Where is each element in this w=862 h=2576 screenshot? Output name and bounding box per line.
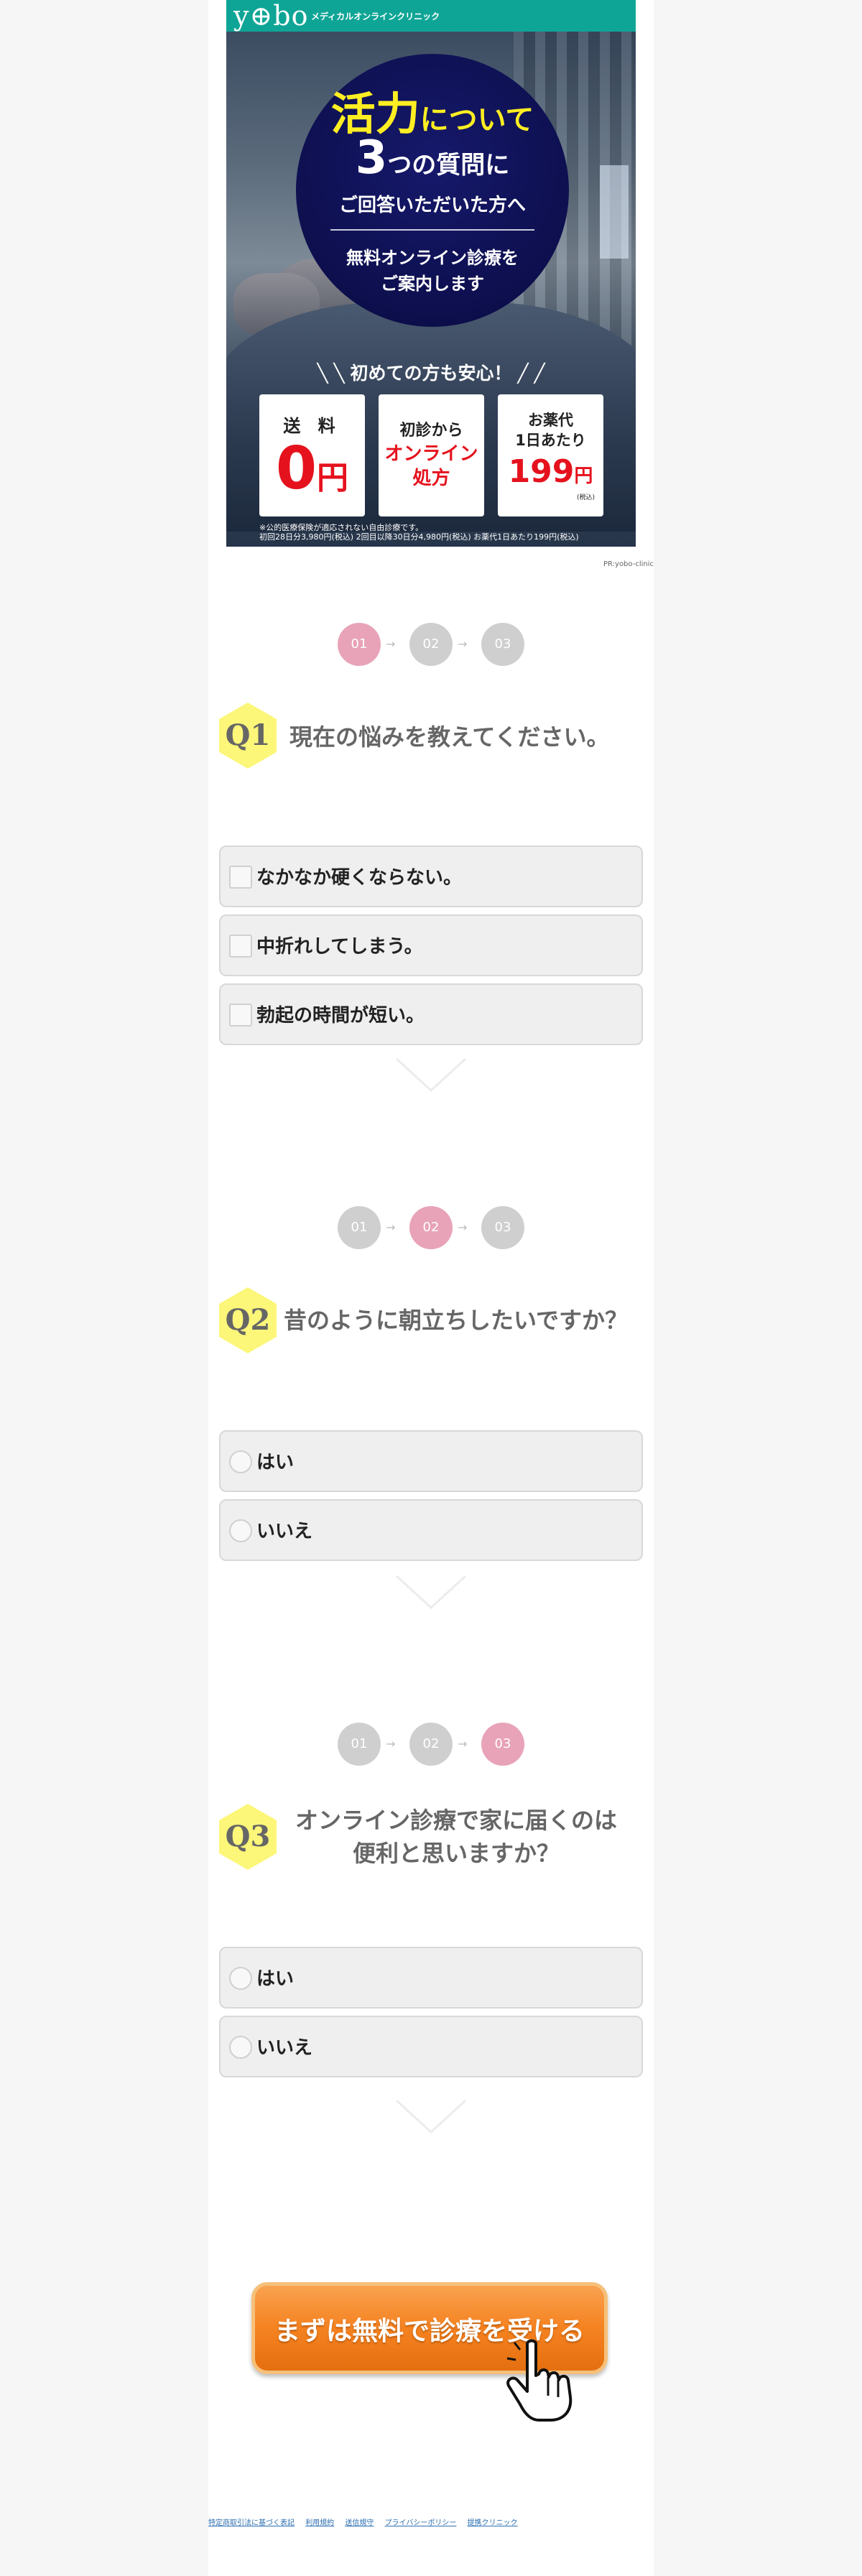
step-indicator: 01 → 02 → 03 bbox=[208, 1723, 654, 1766]
headline-text: つの質問に bbox=[387, 151, 510, 180]
feature-label: 送 料 bbox=[283, 416, 341, 436]
feature-box-shipping: 送 料 0円 bbox=[259, 394, 365, 516]
radio-icon[interactable] bbox=[229, 1450, 252, 1473]
feature-text: オンライン bbox=[384, 443, 478, 465]
reassure-label: 初めての方も安心！ bbox=[350, 363, 512, 384]
headline-line3: ご回答いただいた方へ bbox=[338, 195, 526, 216]
feature-box-price: お薬代 1日あたり 199円 (税込) bbox=[498, 394, 603, 516]
step-arrow: → bbox=[458, 1220, 468, 1234]
footer-link-clinic[interactable]: 提携クリニック bbox=[468, 2519, 518, 2527]
headline-line4: 無料オンライン診療を ご案内します bbox=[296, 245, 569, 297]
feature-text: 1日あたり bbox=[515, 432, 586, 449]
question-badge: Q3 bbox=[219, 1804, 277, 1870]
footer-link-terms[interactable]: 利用規約 bbox=[305, 2519, 334, 2527]
question-title: オンライン診療で家に届くのは 便利と思いますか？ bbox=[284, 1804, 629, 1870]
option-label: 勃起の時間が短い。 bbox=[256, 1005, 425, 1027]
headline-number: 3 bbox=[355, 131, 388, 185]
option-radio[interactable]: はい bbox=[219, 1430, 643, 1492]
option-label: いいえ bbox=[256, 1521, 313, 1542]
step-dot: 01 bbox=[338, 1206, 381, 1249]
option-radio[interactable]: いいえ bbox=[219, 1499, 643, 1561]
question-number: Q1 bbox=[225, 718, 271, 752]
feature-unit: 円 bbox=[574, 465, 593, 487]
tax-note: (税込) bbox=[576, 494, 595, 501]
question-title-line: 便利と思いますか？ bbox=[352, 1840, 560, 1867]
radio-icon[interactable] bbox=[229, 1519, 252, 1542]
pricing-note: ※公的医療保険が適応されない自由診療です。 初回28日分3,980円(税込) 2回… bbox=[259, 523, 579, 542]
step-arrow: → bbox=[386, 1220, 396, 1234]
feature-number: 199 bbox=[508, 453, 575, 490]
question-number: Q2 bbox=[225, 1303, 271, 1337]
note-text: 初回28日分3,980円(税込) 2回目以降30日分4,980円(税込) お薬代… bbox=[259, 532, 579, 542]
radio-icon[interactable] bbox=[229, 2036, 252, 2059]
footer-link-policy[interactable]: 送信規守 bbox=[345, 2519, 374, 2527]
feature-value: 199円 bbox=[498, 453, 603, 490]
feature-number: 0 bbox=[275, 435, 318, 503]
step-arrow: → bbox=[458, 1737, 468, 1751]
feature-value: 0円 bbox=[259, 435, 365, 503]
option-label: いいえ bbox=[256, 2037, 313, 2059]
option-radio[interactable]: いいえ bbox=[219, 2016, 643, 2077]
step-dot: 02 bbox=[409, 1206, 453, 1249]
chevron-down-icon bbox=[395, 1575, 467, 1610]
option-label: 中折れしてしまう。 bbox=[256, 936, 423, 958]
step-indicator: 01 → 02 → 03 bbox=[208, 623, 654, 666]
option-label: はい bbox=[256, 1452, 295, 1473]
option-checkbox[interactable]: 中折れしてしまう。 bbox=[219, 914, 643, 976]
option-label: はい bbox=[256, 1968, 295, 1990]
radio-icon[interactable] bbox=[229, 1967, 252, 1990]
chevron-down-icon bbox=[395, 1057, 467, 1093]
feature-label: 初診から bbox=[399, 422, 463, 440]
footer-link-privacy[interactable]: プライバシーポリシー bbox=[385, 2519, 457, 2527]
footer-link-tokushoho[interactable]: 特定商取引法に基づく表記 bbox=[208, 2519, 295, 2527]
step-dot: 01 bbox=[338, 623, 381, 666]
option-checkbox[interactable]: なかなか硬くならない。 bbox=[219, 845, 643, 907]
feature-box-prescription: 初診から オンライン処方 bbox=[379, 394, 484, 516]
question-badge: Q2 bbox=[219, 1287, 277, 1353]
question-title: 昔のように朝立ちしたいですか？ bbox=[284, 1307, 629, 1334]
window-image bbox=[600, 165, 629, 259]
brand-header: y⊕bo メディカルオンラインクリニック bbox=[226, 0, 636, 32]
feature-value: オンライン 処方 bbox=[379, 442, 484, 491]
question-title: 現在の悩みを教えてください。 bbox=[289, 723, 610, 751]
headline-text: ご案内します bbox=[381, 274, 484, 294]
feature-unit: 円 bbox=[317, 460, 349, 496]
headline-divider bbox=[330, 229, 534, 231]
chevron-down-icon bbox=[395, 2099, 467, 2134]
question-title-line: オンライン診療で家に届くのは bbox=[295, 1807, 617, 1834]
brand-subtitle: メディカルオンラインクリニック bbox=[311, 11, 440, 22]
option-checkbox[interactable]: 勃起の時間が短い。 bbox=[219, 983, 643, 1045]
step-dot: 02 bbox=[409, 623, 453, 666]
headline-circle: 活力について 3つの質問に ご回答いただいた方へ 無料オンライン診療を ご案内しま… bbox=[296, 54, 569, 327]
pointer-hand-icon bbox=[506, 2339, 573, 2422]
step-arrow: → bbox=[386, 1737, 396, 1751]
headline-line2: 3つの質問に bbox=[296, 131, 569, 185]
pr-label: PR:yobo-clinic bbox=[603, 560, 654, 568]
step-dot: 03 bbox=[481, 1206, 524, 1249]
question-number: Q3 bbox=[225, 1820, 271, 1853]
checkbox-icon[interactable] bbox=[229, 1004, 252, 1027]
checkbox-icon[interactable] bbox=[229, 935, 252, 958]
footer-links: 特定商取引法に基づく表記 利用規約 送信規守 プライバシーポリシー 提携クリニッ… bbox=[208, 2516, 654, 2527]
note-text: ※公的医療保険が適応されない自由診療です。 bbox=[259, 523, 424, 532]
feature-text: 処方 bbox=[412, 468, 450, 489]
step-arrow: → bbox=[458, 637, 468, 651]
question-badge: Q1 bbox=[219, 703, 277, 769]
step-indicator: 01 → 02 → 03 bbox=[208, 1206, 654, 1249]
step-arrow: → bbox=[386, 637, 396, 651]
step-dot: 01 bbox=[338, 1723, 381, 1766]
option-label: なかなか硬くならない。 bbox=[256, 867, 463, 889]
checkbox-icon[interactable] bbox=[229, 866, 252, 889]
step-dot: 02 bbox=[409, 1723, 453, 1766]
hero-banner: y⊕bo メディカルオンラインクリニック 活力について 3つの質問に ご回答いた… bbox=[226, 0, 636, 547]
reassure-text: ╲ ╲ 初めての方も安心！ ╱ ╱ bbox=[317, 363, 545, 384]
brand-logo: y⊕bo bbox=[233, 0, 309, 32]
option-radio[interactable]: はい bbox=[219, 1947, 643, 2009]
page: y⊕bo メディカルオンラインクリニック 活力について 3つの質問に ご回答いた… bbox=[208, 0, 654, 2576]
feature-label: お薬代 1日あたり bbox=[498, 410, 603, 450]
headline-text: 無料オンライン診療を bbox=[346, 248, 519, 268]
step-dot: 03 bbox=[481, 623, 524, 666]
feature-text: お薬代 bbox=[528, 412, 573, 429]
step-dot: 03 bbox=[481, 1723, 524, 1766]
